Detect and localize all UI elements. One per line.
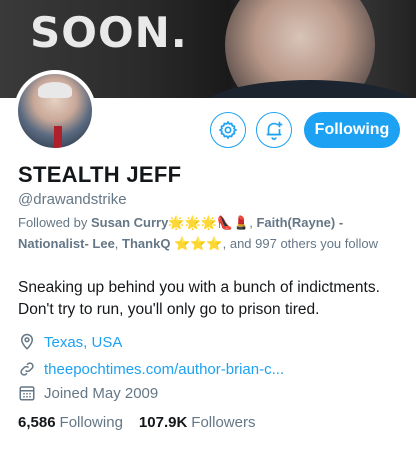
user-handle: @drawandstrike [18,191,127,208]
followers-label: Followers [191,414,256,431]
display-name: STEALTH JEFF [18,162,182,187]
follower-name-3[interactable]: ThankQ [122,236,170,251]
follower-3-emoji: ⭐⭐⭐ [174,236,223,251]
settings-button[interactable] [210,112,246,148]
location-row: Texas, USA [18,331,122,353]
follow-stats: 6,586 Following 107.9K Followers [18,414,255,431]
calendar-icon [19,386,35,401]
following-count: 6,586 [18,414,56,431]
notifications-button[interactable] [256,112,292,148]
following-label: Following [59,414,123,431]
avatar[interactable] [14,70,96,152]
followed-by-text[interactable]: Followed by Susan Curry🌟🌟🌟👠💄, Faith(Rayn… [18,212,408,254]
website-link[interactable]: theepochtimes.com/author-brian-c... [44,361,284,378]
link-icon [20,362,34,376]
joined-text: Joined May 2009 [44,384,159,402]
following-button[interactable]: Following [304,112,400,148]
avatar-tie [54,126,62,148]
banner-text: SOON. [30,8,188,57]
joined-row: Joined May 2009 [18,382,158,404]
follower-1-emoji: 🌟🌟🌟👠💄 [168,215,250,230]
following-stat[interactable]: 6,586 Following [18,414,123,431]
followers-count: 107.9K [138,414,188,431]
followed-by-suffix: , and 997 others you follow [222,236,379,251]
avatar-hair [38,82,72,98]
follower-name-1[interactable]: Susan Curry [91,215,168,230]
location-pin-icon [20,333,34,350]
location-text[interactable]: Texas, USA [44,334,122,351]
profile-bio: Sneaking up behind you with a bunch of i… [18,279,380,318]
website-row: theepochtimes.com/author-brian-c... [18,358,284,380]
settings-gear-icon [218,120,238,140]
followers-stat[interactable]: 107.9K Followers [139,414,256,431]
banner-photo-suit [200,80,416,98]
followed-by-prefix: Followed by [18,215,88,230]
notification-bell-plus-icon [266,121,283,140]
